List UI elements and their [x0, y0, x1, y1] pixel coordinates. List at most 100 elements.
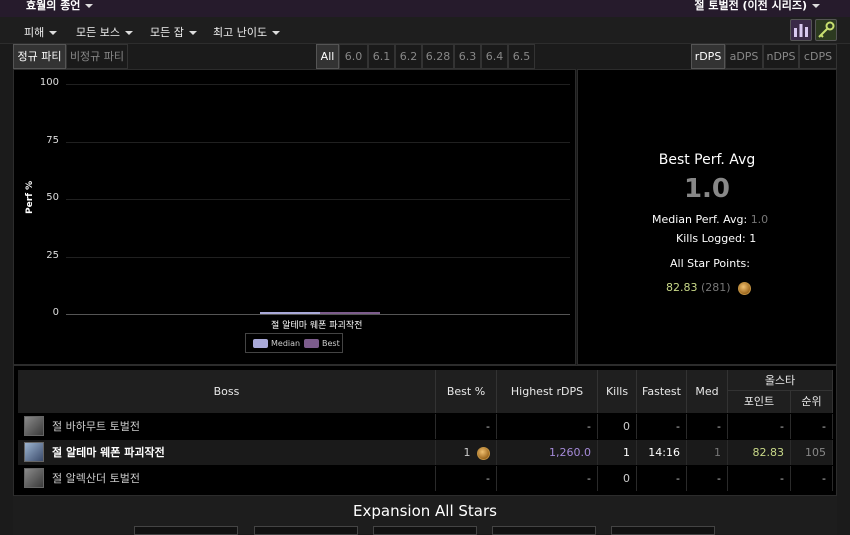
- tab-patch-6-0[interactable]: 6.0: [339, 44, 368, 69]
- legend-best-label[interactable]: Best: [322, 339, 340, 348]
- tab-metric-ndps[interactable]: nDPS: [763, 44, 799, 69]
- table-row[interactable]: 절 알렉산더 토벌전 - - 0 - - - -: [18, 466, 833, 491]
- encounter-group-selector[interactable]: 절 토벌전 (이전 시리즈): [694, 0, 820, 12]
- job-card[interactable]: [373, 526, 477, 535]
- expansion-all-stars-section: Expansion All Stars: [13, 496, 837, 535]
- kills-logged-value: 1: [749, 232, 757, 245]
- menu-difficulty[interactable]: 최고 난이도: [213, 24, 281, 40]
- best-percent: -: [436, 414, 497, 439]
- tab-regular-party[interactable]: 정규 파티: [13, 44, 66, 69]
- tab-patch-6-28[interactable]: 6.28: [422, 44, 454, 69]
- kills: 0: [598, 414, 637, 439]
- median-perf-row: Median Perf. Avg: 1.0: [652, 213, 768, 226]
- col-header-allstar: 올스타: [728, 370, 833, 391]
- chevron-down-icon: [188, 31, 197, 35]
- filter-row: 정규 파티 비정규 파티 All 6.0 6.1 6.2 6.28 6.3 6.…: [0, 44, 850, 69]
- job-card[interactable]: [134, 526, 238, 535]
- menu-all-jobs[interactable]: 모든 잡: [150, 24, 197, 40]
- col-header-boss[interactable]: Boss: [18, 370, 436, 413]
- tab-patch-6-4[interactable]: 6.4: [481, 44, 508, 69]
- best-percent: -: [436, 466, 497, 491]
- allstar-points-row: 82.83 (281): [666, 281, 752, 295]
- highest-rdps: 1,260.0: [497, 440, 598, 465]
- fastest: -: [637, 466, 687, 491]
- col-header-highest[interactable]: Highest rDPS: [497, 370, 598, 413]
- best-percent: 1: [463, 446, 471, 459]
- chart-legend: Median Best: [245, 333, 343, 353]
- chevron-down-icon: [49, 31, 58, 35]
- tab-patch-6-1[interactable]: 6.1: [368, 44, 395, 69]
- y-tick-label: 100: [39, 77, 59, 88]
- bar-best[interactable]: [320, 311, 380, 314]
- allstar-rank-value: (281): [701, 281, 731, 294]
- tab-patch-all[interactable]: All: [316, 44, 339, 69]
- col-header-points[interactable]: 포인트: [728, 391, 791, 413]
- table-row[interactable]: 절 바하무트 토벌전 - - 0 - - - -: [18, 414, 833, 439]
- zone-label: 효월의 종언: [26, 0, 81, 12]
- tab-patch-6-2[interactable]: 6.2: [395, 44, 422, 69]
- median: -: [687, 466, 728, 491]
- chevron-down-icon: [124, 31, 133, 35]
- tab-irregular-party[interactable]: 비정규 파티: [66, 44, 128, 69]
- boss-name[interactable]: 절 알테마 웨폰 파괴작전: [52, 440, 436, 465]
- menu-bar: 피해 모든 보스 모든 잡 최고 난이도: [0, 17, 850, 44]
- expansion-title: Expansion All Stars: [353, 502, 497, 520]
- fastest: -: [637, 414, 687, 439]
- y-axis-label: Perf %: [25, 180, 35, 214]
- job-card[interactable]: [254, 526, 358, 535]
- best-medal-icon: [477, 446, 490, 460]
- col-header-kills[interactable]: Kills: [598, 370, 637, 413]
- median: -: [687, 414, 728, 439]
- kills: 1: [598, 440, 637, 465]
- median-perf-value: 1.0: [750, 213, 769, 226]
- y-gridline: [66, 256, 570, 258]
- y-tick-label: 25: [46, 249, 59, 261]
- job-card[interactable]: [492, 526, 596, 535]
- boss-thumbnail: [24, 468, 44, 488]
- allstar-points: -: [728, 414, 791, 439]
- allstar-medal-icon: [738, 281, 752, 295]
- legend-median-swatch: [253, 339, 268, 348]
- boss-name[interactable]: 절 바하무트 토벌전: [52, 414, 436, 439]
- tab-patch-6-3[interactable]: 6.3: [454, 44, 481, 69]
- zone-selector[interactable]: 효월의 종언: [26, 0, 94, 12]
- tab-metric-adps[interactable]: aDPS: [725, 44, 763, 69]
- chevron-down-icon: [272, 31, 281, 35]
- y-tick-label: 0: [52, 307, 59, 318]
- table-row[interactable]: 절 알테마 웨폰 파괴작전 1 1,260.0 1 14:16 1 82.83 …: [18, 440, 833, 465]
- job-card[interactable]: [611, 526, 715, 535]
- allstar-points-label: All Star Points:: [670, 257, 750, 270]
- chevron-down-icon: [85, 4, 94, 8]
- y-gridline: [66, 141, 570, 143]
- highest-rdps: -: [497, 466, 598, 491]
- best-perf-avg-value: 1.0: [683, 174, 731, 204]
- legend-median-label[interactable]: Median: [271, 339, 300, 348]
- col-header-best[interactable]: Best %: [436, 370, 497, 413]
- y-gridline: [66, 199, 570, 200]
- col-header-rank[interactable]: 순위: [791, 391, 833, 413]
- y-tick-label: 75: [46, 134, 59, 146]
- kills: 0: [598, 466, 637, 491]
- top-bar: 효월의 종언 절 토벌전 (이전 시리즈): [0, 0, 850, 17]
- tab-patch-6-5[interactable]: 6.5: [508, 44, 535, 69]
- kills-logged-row: Kills Logged: 1: [676, 232, 756, 245]
- menu-all-bosses[interactable]: 모든 보스: [76, 24, 133, 40]
- allstar-rank: -: [791, 414, 833, 439]
- y-gridline: [66, 84, 570, 85]
- tab-metric-rdps[interactable]: rDPS: [691, 44, 725, 69]
- stat-title: Best Perf. Avg: [658, 152, 756, 168]
- boss-name[interactable]: 절 알렉산더 토벌전: [52, 466, 436, 491]
- col-header-med[interactable]: Med: [687, 370, 728, 413]
- tab-metric-cdps[interactable]: cDPS: [799, 44, 837, 69]
- boss-thumbnail: [24, 442, 44, 462]
- boss-thumbnail: [24, 416, 44, 436]
- job-filter-icon[interactable]: [790, 19, 812, 41]
- menu-damage[interactable]: 피해: [24, 24, 58, 40]
- key-icon[interactable]: [815, 19, 837, 41]
- allstar-points: 82.83: [728, 440, 791, 465]
- stats-panel: Best Perf. Avg 1.0 Median Perf. Avg: 1.0…: [577, 69, 837, 365]
- menu-damage-label: 피해: [24, 26, 45, 39]
- col-header-fastest[interactable]: Fastest: [637, 370, 687, 413]
- bar-median[interactable]: [260, 311, 320, 314]
- allstar-rank: 105: [791, 440, 833, 465]
